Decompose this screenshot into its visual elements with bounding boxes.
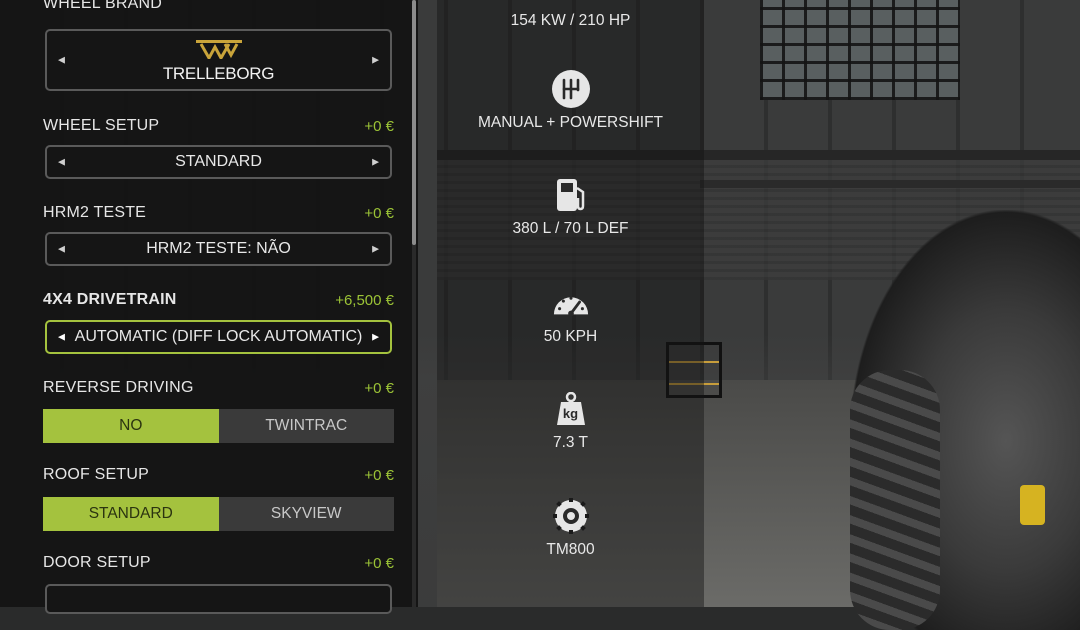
trelleborg-logo: TRELLEBORG <box>47 39 390 84</box>
configuration-panel: WHEEL BRAND ◀ TRELLEBORG ▶ WHEEL SETUP +… <box>0 0 418 614</box>
reverse-driving-toggle[interactable]: NO TWINTRAC <box>43 409 394 443</box>
transmission-value: MANUAL + POWERSHIFT <box>477 114 664 131</box>
door-setup-selector[interactable] <box>45 584 392 614</box>
gearbox-icon <box>551 70 590 108</box>
brand-name: TRELLEBORG <box>162 64 275 83</box>
garage-window <box>760 0 960 100</box>
stat-transmission: MANUAL + POWERSHIFT <box>437 70 704 132</box>
vehicle-stats-column: 154 KW / 210 HP MANUAL + POWERSHIFT 380 … <box>437 0 704 607</box>
stat-weight: kg 7.3 T <box>437 390 704 452</box>
drivetrain-value: AUTOMATIC (DIFF LOCK AUTOMATIC) <box>74 328 363 345</box>
reverse-driving-option-no[interactable]: NO <box>43 409 219 443</box>
drivetrain-selector[interactable]: ◀ AUTOMATIC (DIFF LOCK AUTOMATIC) ▶ <box>45 320 392 354</box>
chevron-left-icon[interactable]: ◀ <box>58 332 65 343</box>
stat-power: 154 KW / 210 HP <box>437 12 704 30</box>
speedometer-icon <box>552 284 590 322</box>
tires-value: TM800 <box>546 541 595 558</box>
roof-setup-toggle[interactable]: STANDARD SKYVIEW <box>43 497 394 531</box>
tire-icon <box>552 497 590 535</box>
wheel-brand-selector[interactable]: ◀ TRELLEBORG ▶ <box>45 29 392 91</box>
hrm2-selector[interactable]: ◀ HRM2 TESTE: NÃO ▶ <box>45 232 392 266</box>
stat-speed: 50 KPH <box>437 284 704 346</box>
hrm2-label: HRM2 TESTE <box>43 204 147 221</box>
chevron-right-icon[interactable]: ▶ <box>372 157 379 168</box>
reverse-driving-option-twintrac[interactable]: TWINTRAC <box>218 409 394 443</box>
stat-fuel: 380 L / 70 L DEF <box>437 176 704 238</box>
stat-tires: TM800 <box>437 497 704 559</box>
trelleborg-logo-mark <box>195 40 242 62</box>
weight-icon-text: kg <box>562 406 579 421</box>
fuel-pump-icon <box>552 176 590 214</box>
roof-setup-label: ROOF SETUP <box>43 466 150 483</box>
reverse-driving-price: +0 € <box>364 380 394 397</box>
chevron-right-icon[interactable]: ▶ <box>372 332 379 343</box>
fuel-value: 380 L / 70 L DEF <box>512 220 629 237</box>
power-value: 154 KW / 210 HP <box>510 12 631 29</box>
roof-setup-price: +0 € <box>364 467 394 484</box>
reverse-driving-label: REVERSE DRIVING <box>43 379 194 396</box>
chevron-right-icon[interactable]: ▶ <box>372 55 379 66</box>
door-setup-price: +0 € <box>364 555 394 572</box>
tractor-preview[interactable] <box>850 210 1080 630</box>
chevron-left-icon[interactable]: ◀ <box>58 244 65 255</box>
speed-value: 50 KPH <box>543 328 598 345</box>
roof-setup-option-standard[interactable]: STANDARD <box>43 497 219 531</box>
wheel-brand-label: WHEEL BRAND <box>43 0 162 12</box>
hrm2-value: HRM2 TESTE: NÃO <box>146 240 291 257</box>
drivetrain-label: 4X4 DRIVETRAIN <box>43 291 177 308</box>
ceiling-pipe <box>700 180 1080 188</box>
chevron-left-icon[interactable]: ◀ <box>58 157 65 168</box>
wheel-setup-value: STANDARD <box>175 153 262 170</box>
wheel-setup-selector[interactable]: ◀ STANDARD ▶ <box>45 145 392 179</box>
wheel-setup-label: WHEEL SETUP <box>43 117 160 134</box>
roof-setup-option-skyview[interactable]: SKYVIEW <box>218 497 394 531</box>
panel-scrollbar[interactable] <box>412 0 416 607</box>
scrollbar-thumb[interactable] <box>412 0 416 245</box>
weight-value: 7.3 T <box>552 434 589 451</box>
tractor-hitch <box>1020 485 1045 525</box>
drivetrain-price: +6,500 € <box>335 292 394 309</box>
door-setup-label: DOOR SETUP <box>43 554 151 571</box>
tractor-tire <box>850 370 940 630</box>
hrm2-price: +0 € <box>364 205 394 222</box>
weight-icon: kg <box>552 390 590 428</box>
chevron-right-icon[interactable]: ▶ <box>372 244 379 255</box>
wheel-setup-price: +0 € <box>364 118 394 135</box>
